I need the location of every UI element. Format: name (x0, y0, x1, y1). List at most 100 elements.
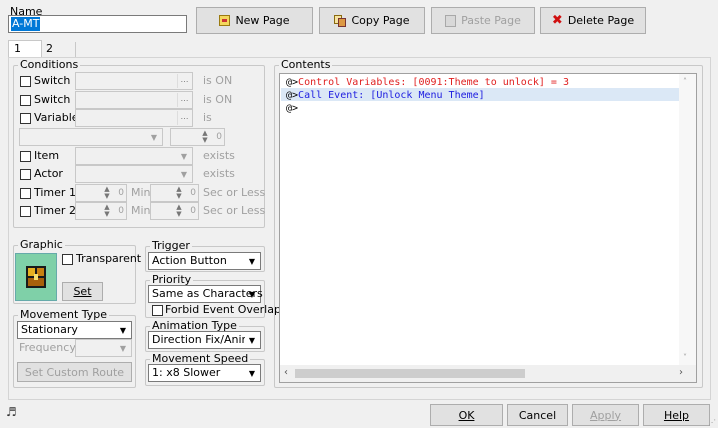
contents-legend: Contents (279, 58, 333, 72)
actor-dropdown[interactable]: ▼ (75, 165, 193, 183)
movement-speed-value: 1: x8 Slower (152, 366, 221, 379)
scroll-up-icon[interactable]: ˄ (683, 77, 687, 86)
apply-button[interactable]: Apply (572, 404, 639, 426)
switch1-label: Switch (34, 74, 71, 87)
graphic-preview[interactable] (15, 253, 57, 301)
tab-page-2-label: 2 (46, 42, 53, 55)
tab-page-1-label: 1 (14, 42, 21, 55)
command-text: Control Variables: [0091:Theme to unlock… (298, 77, 569, 88)
horizontal-scrollbar[interactable]: ‹ › (280, 365, 696, 382)
variable-operator-dropdown[interactable]: ▼ (19, 128, 163, 146)
switch2-select[interactable]: … (75, 91, 193, 109)
tab-page-1[interactable]: 1 (8, 40, 42, 58)
timer1-sec-value: 0 (190, 188, 196, 198)
timer2-checkbox[interactable] (20, 206, 31, 217)
variable-value-stepper[interactable]: ▲ ▼ 0 (170, 128, 225, 146)
copy-page-label: Copy Page (351, 14, 410, 27)
horizontal-scroll-thumb[interactable] (295, 369, 525, 378)
chevron-down-icon: ▼ (248, 289, 256, 299)
timer1-min-stepper[interactable]: ▲ ▼ 0 (75, 184, 127, 202)
forbid-overlap-checkbox[interactable] (152, 305, 163, 316)
ellipsis-icon: … (177, 74, 191, 88)
spin-arrows-icon: ▲ ▼ (104, 203, 110, 218)
scroll-left-icon[interactable]: ‹ (284, 367, 288, 378)
timer2-min-value: 0 (118, 206, 124, 216)
new-page-button[interactable]: New Page (196, 7, 313, 34)
timer1-checkbox[interactable] (20, 188, 31, 199)
event-editor-window: Name A-MT New Page Copy Page Paste Page … (0, 0, 718, 428)
command-line[interactable]: @>Call Event: [Unlock Menu Theme] (286, 89, 485, 102)
chevron-down-icon: ▼ (180, 151, 188, 161)
timer2-sec-label: Sec or Less (203, 204, 266, 217)
ellipsis-icon: … (177, 93, 191, 107)
timer2-min-label: Min (131, 204, 151, 217)
trigger-legend: Trigger (150, 239, 192, 253)
transparent-checkbox[interactable] (62, 254, 73, 265)
timer1-min-label: Min (131, 186, 151, 199)
set-custom-route-label: Set Custom Route (24, 365, 125, 379)
switch1-checkbox[interactable] (20, 76, 31, 87)
set-custom-route-button[interactable]: Set Custom Route (17, 362, 132, 382)
switch2-label: Switch (34, 93, 71, 106)
chevron-down-icon: ▼ (248, 368, 256, 378)
movement-speed-dropdown[interactable]: 1: x8 Slower ▼ (148, 364, 261, 382)
timer2-sec-value: 0 (190, 206, 196, 216)
animation-type-dropdown[interactable]: Direction Fix/Animated ▼ (148, 331, 261, 349)
timer2-label: Timer 2 (34, 204, 76, 217)
command-line[interactable]: @> (286, 102, 298, 115)
delete-page-icon: ✖ (551, 13, 563, 28)
paste-page-icon (445, 14, 457, 27)
copy-page-button[interactable]: Copy Page (319, 7, 425, 34)
timer2-sec-stepper[interactable]: ▲ ▼ 0 (150, 202, 199, 220)
set-graphic-button[interactable]: Set (62, 282, 103, 301)
timer2-min-stepper[interactable]: ▲ ▼ 0 (75, 202, 127, 220)
priority-dropdown[interactable]: Same as Characters ▼ (148, 285, 263, 303)
frequency-dropdown[interactable]: ▼ (75, 339, 132, 357)
set-graphic-label: Set (73, 285, 92, 298)
scroll-down-icon[interactable]: ˅ (683, 353, 687, 362)
switch2-checkbox[interactable] (20, 95, 31, 106)
new-page-label: New Page (235, 14, 290, 27)
chevron-down-icon: ▼ (245, 333, 259, 347)
switch1-suffix: is ON (203, 74, 233, 87)
trigger-value: Action Button (152, 254, 227, 267)
item-checkbox[interactable] (20, 151, 31, 162)
event-command-list[interactable]: @>Control Variables: [0091:Theme to unlo… (279, 73, 697, 383)
chest-sprite-icon (26, 266, 46, 288)
variable-checkbox[interactable] (20, 113, 31, 124)
tab-page-2[interactable]: 2 (42, 42, 76, 58)
resize-grip-icon[interactable]: ⋰ (708, 418, 716, 427)
graphic-legend: Graphic (18, 238, 65, 252)
command-line[interactable]: @>Control Variables: [0091:Theme to unlo… (286, 76, 569, 89)
scroll-right-icon[interactable]: › (679, 367, 683, 378)
item-dropdown[interactable]: ▼ (75, 147, 193, 165)
paste-page-button[interactable]: Paste Page (431, 7, 535, 34)
switch1-select[interactable]: … (75, 72, 193, 90)
cancel-button[interactable]: Cancel (507, 404, 568, 426)
frequency-label: Frequency: (19, 341, 79, 354)
variable-suffix: is (203, 111, 212, 124)
new-page-icon (219, 15, 231, 26)
transparent-label: Transparent (76, 252, 142, 265)
actor-suffix: exists (203, 167, 235, 180)
name-value: A-MT (11, 17, 41, 31)
trigger-dropdown[interactable]: Action Button ▼ (148, 252, 261, 270)
music-note-icon[interactable]: ♬ (6, 405, 17, 419)
help-button[interactable]: Help (643, 404, 710, 426)
spin-arrows-icon: ▲ ▼ (176, 185, 182, 200)
item-suffix: exists (203, 149, 235, 162)
command-prefix: @> (286, 77, 299, 88)
name-input[interactable]: A-MT (8, 15, 187, 33)
chevron-down-icon: ▼ (150, 132, 158, 142)
vertical-scrollbar[interactable]: ˄ ˅ (679, 74, 696, 365)
timer1-sec-label: Sec or Less (203, 186, 266, 199)
spin-arrows-icon: ▲ ▼ (202, 129, 208, 144)
paste-page-label: Paste Page (461, 14, 521, 27)
ok-button[interactable]: OK (430, 404, 503, 426)
actor-label: Actor (34, 167, 63, 180)
timer1-sec-stepper[interactable]: ▲ ▼ 0 (150, 184, 199, 202)
delete-page-button[interactable]: ✖ Delete Page (540, 7, 646, 34)
variable-select[interactable]: … (75, 109, 193, 127)
movement-type-dropdown[interactable]: Stationary ▼ (17, 321, 132, 339)
actor-checkbox[interactable] (20, 169, 31, 180)
